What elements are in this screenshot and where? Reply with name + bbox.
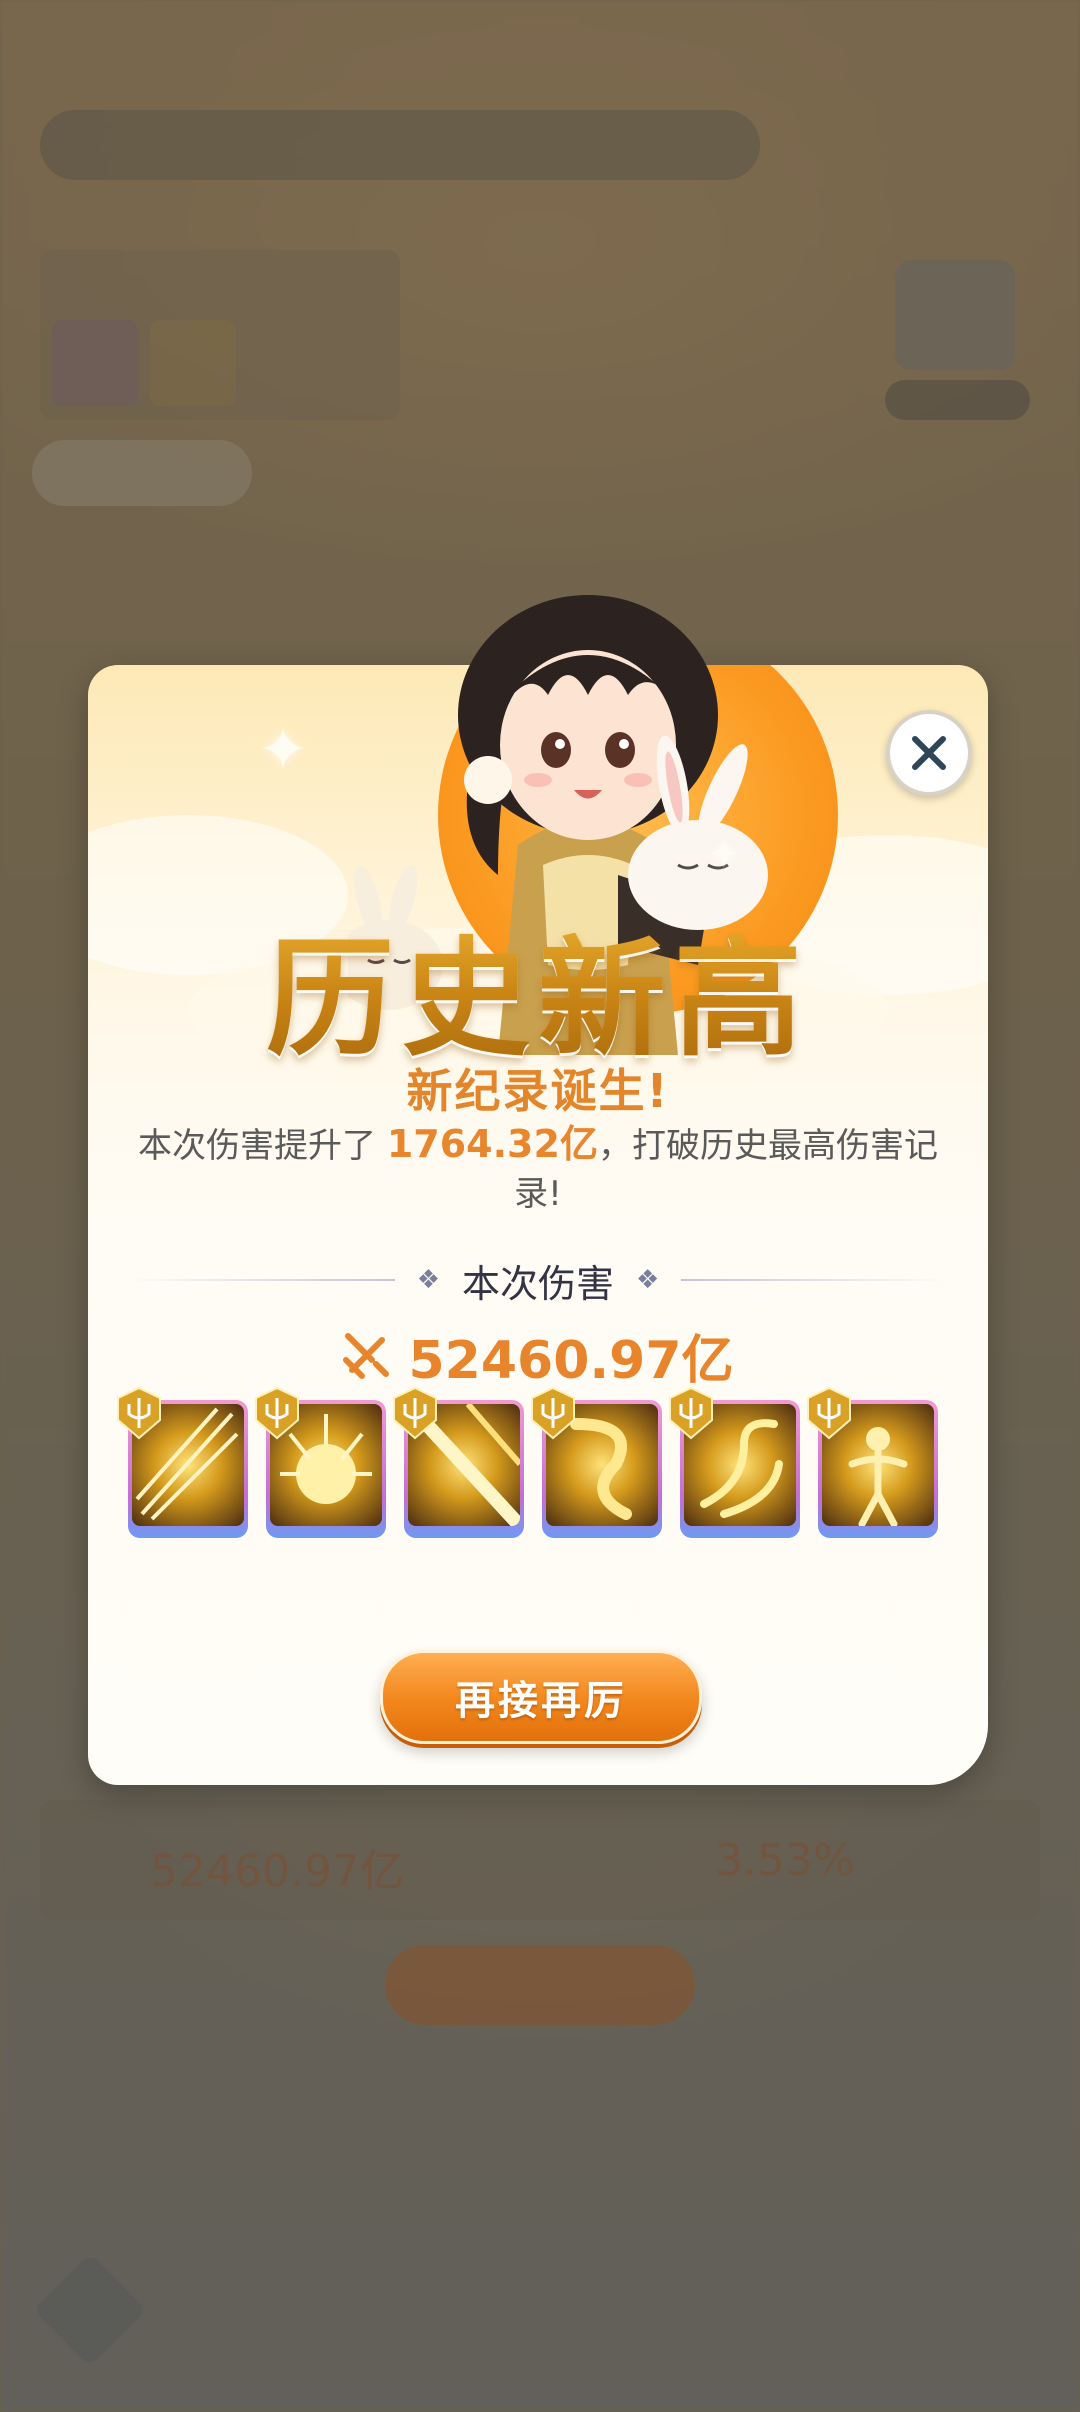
crossed-swords-icon: [343, 1333, 390, 1379]
description-highlight-value: 1764.32亿: [386, 1122, 598, 1166]
modal-subtitle: 新纪录诞生!: [406, 1064, 670, 1118]
section-label: 本次伤害: [462, 1261, 615, 1306]
record-description: 本次伤害提升了 1764.32亿，打破历史最高伤害记录!: [128, 1120, 948, 1218]
trident-badge-icon: [393, 1386, 437, 1440]
trident-badge-icon: [531, 1386, 575, 1440]
skill-card[interactable]: [531, 1386, 662, 1538]
divider-line: [681, 1279, 949, 1281]
description-prefix: 本次伤害提升了: [138, 1126, 387, 1166]
skill-list: [117, 1386, 958, 1540]
trident-badge-icon: [255, 1386, 299, 1440]
skill-card[interactable]: [117, 1386, 248, 1538]
modal-title: 历史新高: [88, 895, 988, 1080]
trident-badge-icon: [807, 1386, 851, 1440]
damage-display: 52460.97亿: [88, 1320, 988, 1391]
sparkle-icon: ✦: [258, 715, 309, 785]
diamond-ornament-icon: ❖: [636, 1265, 660, 1295]
skill-card[interactable]: [669, 1386, 800, 1538]
skill-card[interactable]: [807, 1386, 938, 1538]
damage-value: 52460.97亿: [408, 1330, 734, 1391]
trident-badge-icon: [669, 1386, 713, 1440]
skill-card[interactable]: [255, 1386, 386, 1538]
sparkle-icon: ✦: [708, 832, 740, 876]
close-icon: [912, 736, 946, 770]
retry-button[interactable]: 再接再厉: [380, 1650, 702, 1744]
divider-line: [128, 1279, 395, 1281]
trident-badge-icon: [117, 1386, 161, 1440]
damage-section-header: ❖ 本次伤害 ❖: [128, 1250, 949, 1310]
diamond-ornament-icon: ❖: [416, 1265, 440, 1295]
skill-card[interactable]: [393, 1386, 524, 1538]
record-modal: ✦ ✦ 历史新高 新纪录诞生! 本次伤害提升了 1764.32亿，打破历史最高伤…: [88, 595, 988, 1785]
close-button[interactable]: [886, 710, 972, 796]
